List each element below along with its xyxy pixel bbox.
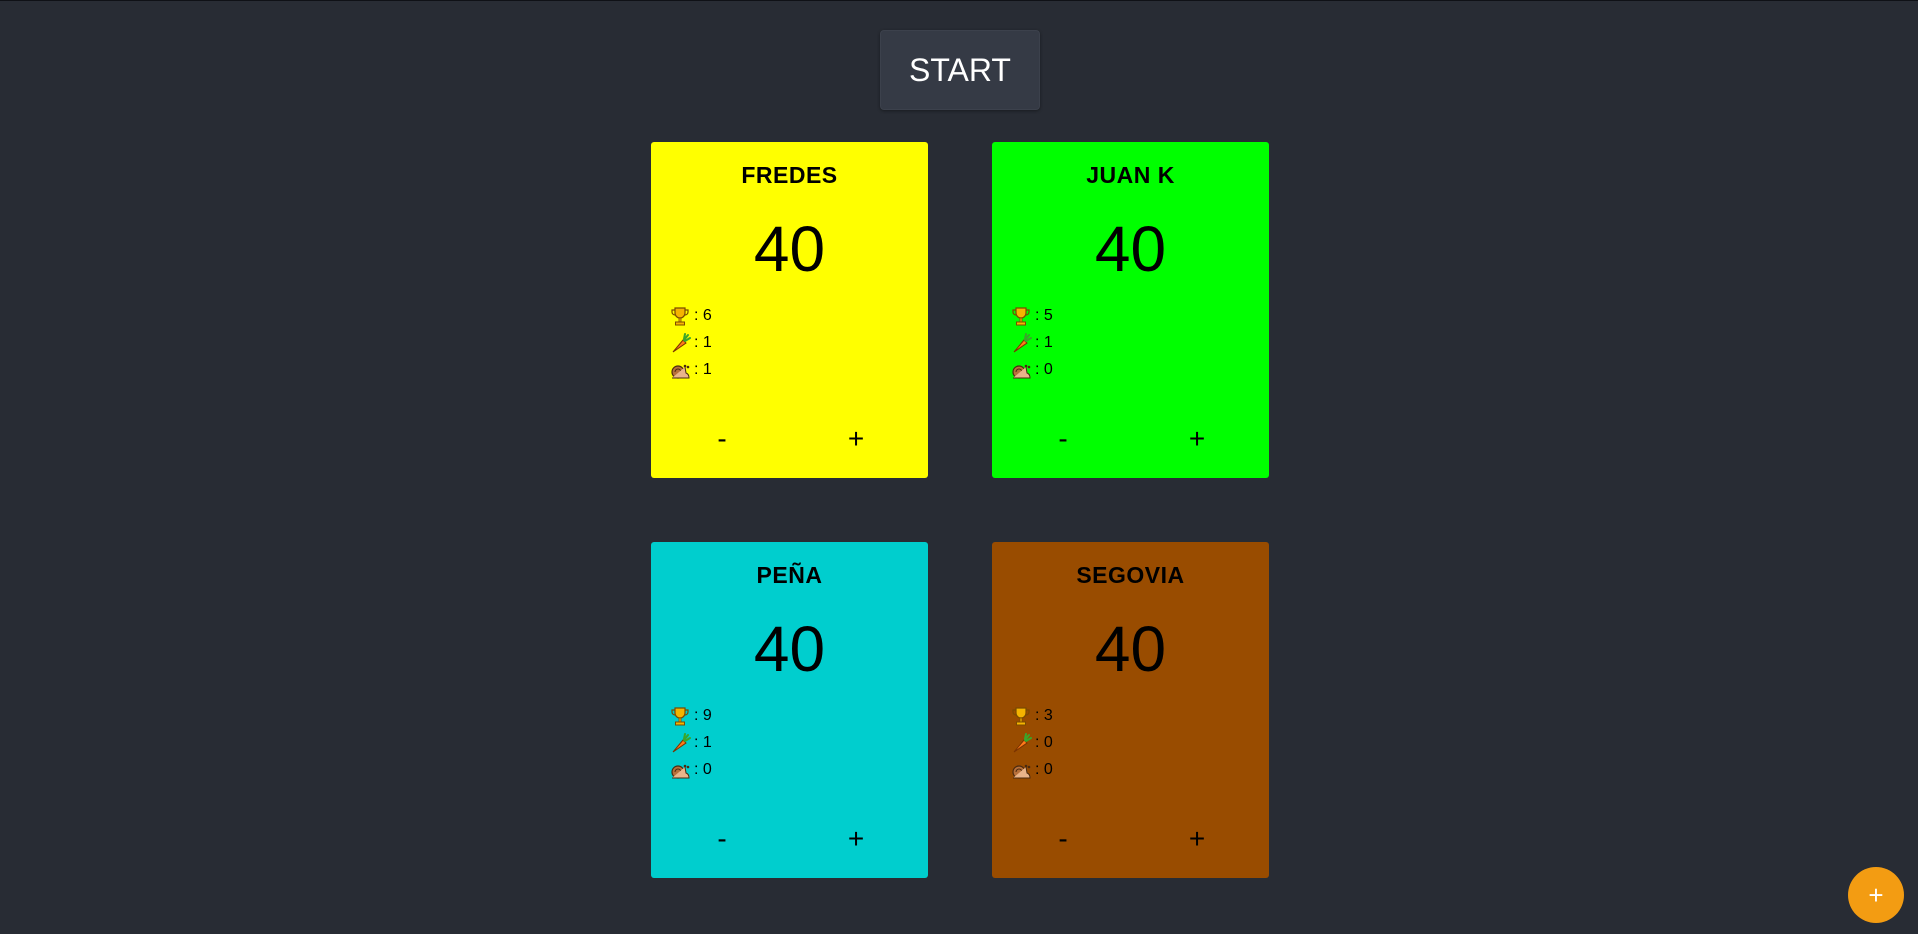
snail-stat: : 1: [669, 356, 712, 383]
trophy-icon: [671, 306, 689, 325]
snail-stat: : 0: [669, 756, 712, 783]
player-stats: : 6 : 1 : 1: [669, 302, 712, 383]
carrot-stat: : 1: [1010, 329, 1053, 356]
trophy-stat: : 9: [669, 702, 712, 729]
carrot-count: : 1: [1035, 333, 1053, 351]
carrot-count: : 0: [1035, 733, 1053, 751]
player-name: PEÑA: [756, 562, 823, 588]
carrot-icon: [1013, 332, 1032, 352]
player-stats: : 9 : 1 : 0: [669, 702, 712, 783]
player-stats: : 3 : 0 : 0: [1010, 702, 1053, 783]
player-name: JUAN K: [1086, 162, 1175, 188]
trophy-stat: : 5: [1010, 302, 1053, 329]
snail-icon: [1012, 764, 1031, 779]
trophy-icon: [1012, 306, 1030, 325]
trophy-count: : 6: [694, 306, 712, 324]
player-stats: : 5 : 1 : 0: [1010, 302, 1053, 383]
player-card-segovia: SEGOVIA 40 : 3 : 0 : 0 - +: [992, 542, 1269, 878]
player-score: 40: [1094, 613, 1167, 685]
snail-icon: [1012, 364, 1031, 379]
player-card-juan-k: JUAN K 40 : 5 : 1 : 0 - +: [992, 142, 1269, 478]
increase-score-button[interactable]: +: [826, 419, 886, 459]
carrot-stat: : 1: [669, 729, 712, 756]
increase-score-button[interactable]: +: [826, 819, 886, 859]
snail-icon: [671, 364, 690, 379]
decrease-score-button[interactable]: -: [1033, 419, 1093, 459]
snail-icon: [671, 764, 690, 779]
trophy-count: : 9: [694, 706, 712, 724]
snail-stat: : 0: [1010, 756, 1053, 783]
carrot-stat: : 0: [1010, 729, 1053, 756]
snail-count: : 0: [1035, 760, 1053, 778]
player-score: 40: [753, 613, 826, 685]
carrot-icon: [1013, 732, 1032, 752]
trophy-stat: : 6: [669, 302, 712, 329]
snail-stat: : 0: [1010, 356, 1053, 383]
trophy-stat: : 3: [1010, 702, 1053, 729]
increase-score-button[interactable]: +: [1167, 819, 1227, 859]
carrot-icon: [672, 332, 691, 352]
decrease-score-button[interactable]: -: [1033, 819, 1093, 859]
add-player-button[interactable]: +: [1848, 867, 1904, 923]
player-card-pena: PEÑA 40 : 9 : 1 : 0 - +: [651, 542, 928, 878]
trophy-count: : 5: [1035, 306, 1053, 324]
carrot-count: : 1: [694, 733, 712, 751]
trophy-count: : 3: [1035, 706, 1053, 724]
player-score: 40: [753, 213, 826, 285]
snail-count: : 1: [694, 360, 712, 378]
player-name: FREDES: [741, 162, 838, 188]
snail-count: : 0: [694, 760, 712, 778]
player-card-fredes: FREDES 40 : 6 : 1 : 1 - +: [651, 142, 928, 478]
trophy-icon: [1012, 706, 1030, 725]
decrease-score-button[interactable]: -: [692, 419, 752, 459]
carrot-icon: [672, 732, 691, 752]
carrot-stat: : 1: [669, 329, 712, 356]
trophy-icon: [671, 706, 689, 725]
carrot-count: : 1: [694, 333, 712, 351]
increase-score-button[interactable]: +: [1167, 419, 1227, 459]
start-button[interactable]: START: [880, 30, 1040, 110]
top-border: [0, 0, 1918, 1]
player-score: 40: [1094, 213, 1167, 285]
player-name: SEGOVIA: [1076, 562, 1185, 588]
decrease-score-button[interactable]: -: [692, 819, 752, 859]
snail-count: : 0: [1035, 360, 1053, 378]
